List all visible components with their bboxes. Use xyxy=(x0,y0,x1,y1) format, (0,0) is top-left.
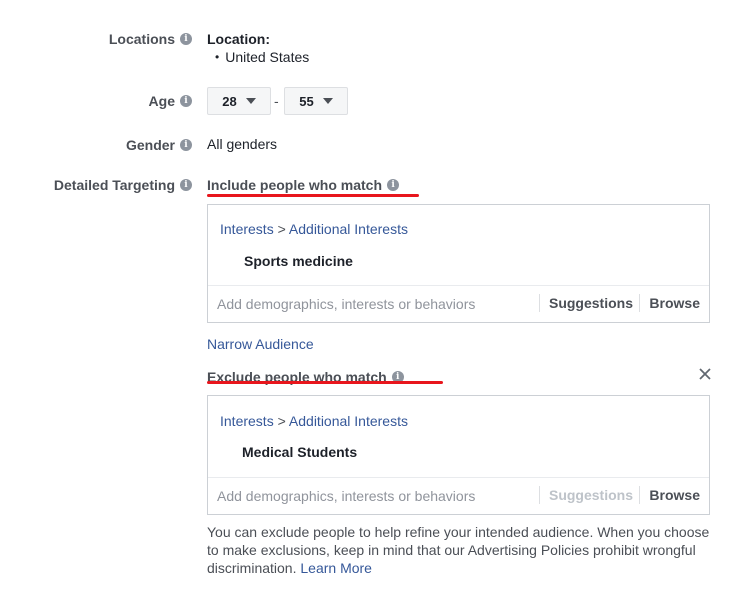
caret-down-icon xyxy=(322,98,333,104)
close-icon[interactable] xyxy=(697,366,713,382)
location-item-text: United States xyxy=(225,49,310,65)
include-search-footer: Add demographics, interests or behaviors… xyxy=(208,285,709,322)
detailed-targeting-label-text: Detailed Targeting xyxy=(53,177,175,193)
exclude-path-category[interactable]: Interests xyxy=(220,413,274,429)
include-suggestions-button[interactable]: Suggestions xyxy=(538,294,633,312)
exclude-search-footer: Add demographics, interests or behaviors… xyxy=(208,477,709,514)
age-label: Age i xyxy=(149,93,192,109)
age-label-text: Age xyxy=(148,93,175,109)
exclusion-policy-text: You can exclude people to help refine yo… xyxy=(207,524,710,576)
bullet: • xyxy=(215,50,220,64)
gender-label: Gender i xyxy=(126,137,192,153)
detailed-targeting-label: Detailed Targeting i xyxy=(54,177,192,193)
include-title-text: Include people who match xyxy=(207,177,383,193)
exclude-highlight-underline xyxy=(207,381,443,384)
include-path-category[interactable]: Interests xyxy=(220,221,274,237)
info-icon[interactable]: i xyxy=(387,179,400,191)
locations-label: Locations i xyxy=(109,31,192,47)
narrow-audience-link[interactable]: Narrow Audience xyxy=(207,336,314,352)
include-targeting-box: Interests > Additional Interests Sports … xyxy=(207,204,710,323)
gender-label-text: Gender xyxy=(125,137,175,153)
exclude-targeting-box: Interests > Additional Interests Medical… xyxy=(207,395,710,515)
location-heading: Location: xyxy=(207,31,270,47)
caret-down-icon xyxy=(245,98,256,104)
info-icon[interactable]: i xyxy=(180,139,192,151)
info-icon[interactable]: i xyxy=(180,33,192,45)
exclude-item-medical-students[interactable]: Medical Students xyxy=(242,444,357,460)
age-min-dropdown[interactable]: 28 xyxy=(207,87,271,115)
learn-more-link[interactable]: Learn More xyxy=(300,560,372,576)
age-separator: - xyxy=(274,93,279,109)
age-min-value: 28 xyxy=(222,93,237,109)
age-max-value: 55 xyxy=(299,93,314,109)
exclude-browse-button[interactable]: Browse xyxy=(639,486,700,504)
include-category-path: Interests > Additional Interests xyxy=(220,221,408,237)
exclude-search-input[interactable]: Add demographics, interests or behaviors xyxy=(217,488,475,504)
gender-value: All genders xyxy=(207,136,278,152)
include-browse-button[interactable]: Browse xyxy=(639,294,700,312)
info-icon[interactable]: i xyxy=(180,95,192,107)
exclude-category-path: Interests > Additional Interests xyxy=(220,413,408,429)
include-highlight-underline xyxy=(207,194,419,197)
exclude-path-subcategory[interactable]: Additional Interests xyxy=(289,413,408,429)
include-search-input[interactable]: Add demographics, interests or behaviors xyxy=(217,296,475,312)
include-title: Include people who match i xyxy=(207,177,400,193)
include-path-subcategory[interactable]: Additional Interests xyxy=(289,221,408,237)
locations-label-text: Locations xyxy=(108,31,175,47)
exclusion-policy-note: You can exclude people to help refine yo… xyxy=(207,523,717,577)
include-path-separator: > xyxy=(277,221,286,237)
include-item-sports-medicine[interactable]: Sports medicine xyxy=(244,253,353,269)
age-max-dropdown[interactable]: 55 xyxy=(284,87,348,115)
info-icon[interactable]: i xyxy=(180,179,192,191)
location-item: • United States xyxy=(215,49,309,65)
exclude-path-separator: > xyxy=(277,413,286,429)
exclude-suggestions-button[interactable]: Suggestions xyxy=(538,486,633,504)
